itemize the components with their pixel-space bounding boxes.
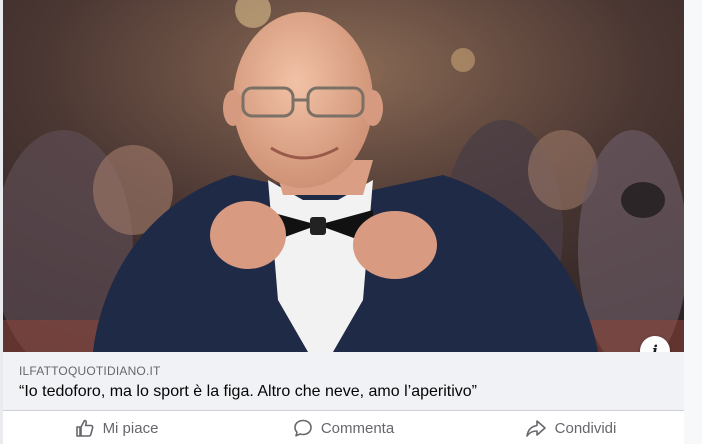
like-label: Mi piace (102, 419, 159, 437)
source-domain: ILFATTOQUOTIDIANO.IT (19, 364, 161, 378)
link-preview-card: i ILFATTOQUOTIDIANO.IT “Io tedoforo, ma … (3, 0, 684, 444)
share-button[interactable]: Condividi (457, 411, 684, 444)
comment-label: Commenta (320, 419, 395, 437)
speech-bubble-icon (293, 418, 313, 438)
article-photo[interactable]: i (3, 0, 684, 352)
like-button[interactable]: Mi piace (3, 411, 230, 444)
share-label: Condividi (554, 419, 617, 437)
right-scroll-area (684, 0, 702, 444)
comment-button[interactable]: Commenta (230, 411, 457, 444)
post-actions-bar: Mi piace Commenta Condividi (3, 410, 684, 444)
photo-illustration (3, 0, 684, 352)
article-headline[interactable]: “Io tedoforo, ma lo sport è la figa. Alt… (19, 383, 477, 401)
share-arrow-icon (525, 418, 547, 438)
link-meta[interactable]: ILFATTOQUOTIDIANO.IT “Io tedoforo, ma lo… (3, 352, 684, 410)
thumbs-up-icon (75, 418, 95, 438)
